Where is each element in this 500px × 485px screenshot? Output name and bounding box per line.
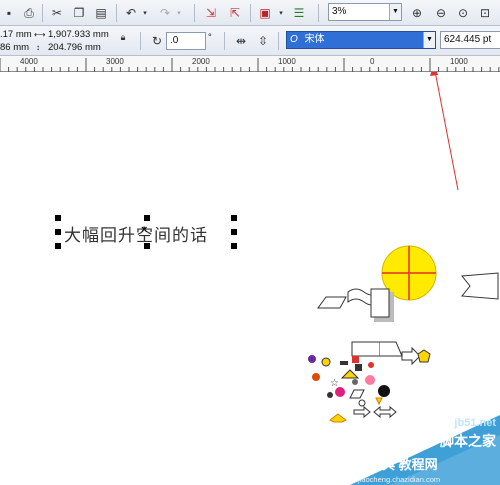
crown-shape [329, 413, 347, 423]
degree-label: ° [208, 32, 212, 43]
watermark-label: 查字典 教程网 [356, 457, 438, 472]
drawing-canvas[interactable]: 大幅回升空间的话 × ☆ jb51.net 脚本之家 查字典 教程网 jiaoc… [0, 72, 500, 485]
mirror-vertical-icon[interactable]: ⇳ [254, 32, 272, 50]
font-name: 宋体 [304, 34, 325, 45]
cut-icon[interactable]: ✂ [48, 4, 66, 22]
arrow-head-icon [430, 72, 438, 76]
font-type-icon: O [290, 34, 298, 45]
watermark-tagline: 脚本之家 [440, 433, 496, 449]
mirror-horizontal-icon[interactable]: ⇹ [232, 32, 250, 50]
dot-shape [308, 355, 316, 363]
launcher-dropdown-icon[interactable]: ▾ [276, 4, 286, 22]
ruler-label: 4000 [20, 57, 38, 66]
zoom-in-icon[interactable]: ⊕ [408, 4, 426, 22]
zoom-value: 3% [332, 6, 347, 17]
zoom-to-selection-icon[interactable]: ⊙ [454, 4, 472, 22]
watermark: jb51.net 脚本之家 查字典 教程网 jiaocheng.chazidia… [350, 415, 500, 485]
dot-shape [321, 357, 331, 367]
zoom-level-select[interactable]: 3% ▼ [328, 3, 402, 21]
undo-dropdown-icon[interactable]: ▾ [140, 4, 150, 22]
height-value[interactable]: 204.796 mm [48, 42, 101, 54]
export-icon[interactable]: ⇱ [226, 4, 244, 22]
star-burst-shape [312, 373, 320, 381]
redo-dropdown-icon[interactable]: ▾ [174, 4, 184, 22]
ruler-label: 2000 [192, 57, 210, 66]
pentagon-shape [417, 349, 431, 363]
lock-ratio-icon[interactable]: 🔒︎ [114, 28, 132, 46]
application-launcher-icon[interactable]: ▣ [256, 4, 274, 22]
undo-icon[interactable]: ↶ [122, 4, 140, 22]
scroll-shape [351, 341, 381, 357]
options-icon[interactable]: ☰ [290, 4, 308, 22]
zoom-to-page-icon[interactable]: ⊡ [476, 4, 494, 22]
ruler-label: 0 [370, 57, 375, 66]
ruler-label: 3000 [106, 57, 124, 66]
height-icon: ↕ [36, 43, 40, 52]
width-icon: ⟷ [34, 30, 46, 39]
square-shape [352, 356, 359, 363]
copy-icon[interactable]: ❐ [70, 4, 88, 22]
rotation-value: .0 [170, 35, 179, 46]
parallelogram-shape [317, 296, 347, 309]
x-position-value[interactable]: .17 mm [0, 29, 32, 41]
arrow-shape [401, 346, 421, 366]
ruler-label: 1000 [450, 57, 468, 66]
svg-text:☆: ☆ [330, 378, 339, 389]
horizontal-ruler[interactable]: 4000 3000 2000 1000 0 1000 [0, 56, 500, 72]
font-family-select[interactable]: O 宋体 ▼ [286, 31, 436, 49]
ruler-label: 1000 [278, 57, 296, 66]
chevron-down-icon[interactable]: ▼ [423, 32, 435, 48]
font-size-select[interactable]: 624.445 pt [440, 31, 500, 49]
watermark-site: jb51.net [454, 417, 496, 429]
redo-icon[interactable]: ↷ [156, 4, 174, 22]
watermark-url: jiaocheng.chazidian.com [358, 475, 441, 484]
rotate-icon[interactable]: ↻ [148, 32, 166, 50]
rotation-angle-input[interactable]: .0 [166, 32, 206, 50]
rect-shape [370, 288, 390, 318]
font-size-value: 624.445 pt [444, 34, 492, 45]
heart-shape [335, 387, 345, 397]
import-icon[interactable]: ⇲ [202, 4, 220, 22]
zoom-out-icon[interactable]: ⊖ [432, 4, 450, 22]
width-value[interactable]: 1,907.933 mm [48, 29, 109, 41]
save-icon[interactable]: ▪ [0, 4, 18, 22]
banner-shape [461, 272, 499, 300]
chevron-down-icon[interactable]: ▼ [389, 4, 401, 20]
print-icon[interactable]: ⎙ [20, 4, 38, 22]
annotation-arrow [434, 72, 459, 191]
standard-toolbar: ▪ ⎙ ✂ ❐ ▤ ↶ ▾ ↷ ▾ ⇲ ⇱ ▣ ▾ ☰ 3% ▼ ⊕ ⊖ ⊙ ⊡ [0, 0, 500, 26]
paste-icon[interactable]: ▤ [92, 4, 110, 22]
property-bar: .17 mm 86 mm ⟷ ↕ 1,907.933 mm 204.796 mm… [0, 26, 500, 56]
filled-circle-shape [378, 385, 390, 397]
y-position-value[interactable]: 86 mm [0, 42, 29, 54]
ruler-ticks [0, 58, 500, 72]
